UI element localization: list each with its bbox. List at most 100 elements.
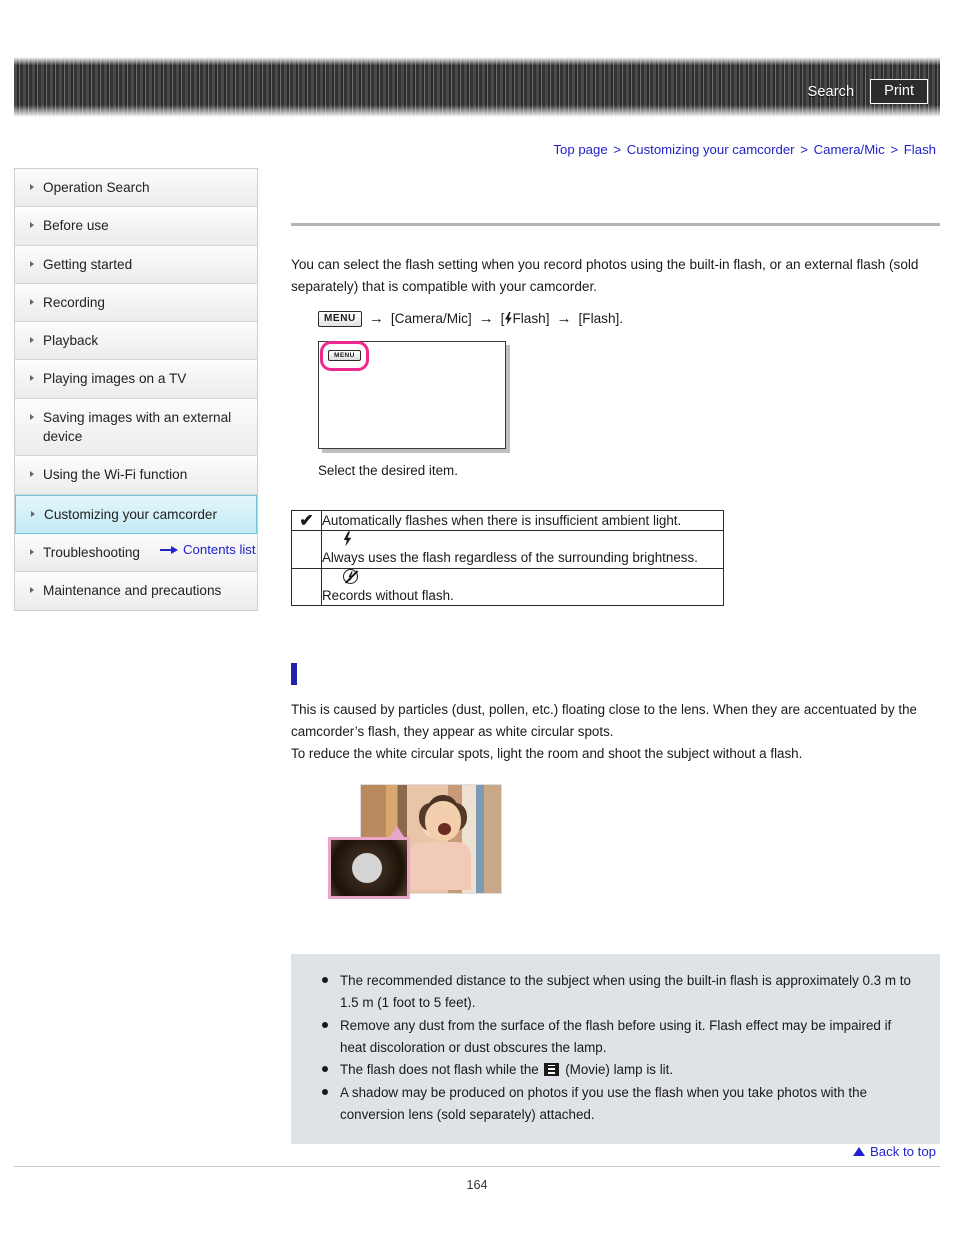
sidebar-item-maintenance[interactable]: Maintenance and precautions [15, 572, 257, 611]
note-text: The recommended distance to the subject … [340, 973, 911, 1011]
chevron-right-icon [30, 260, 34, 267]
table-row: Records without flash. [291, 567, 724, 607]
sidebar-item-customizing-your-camcorder[interactable]: Customizing your camcorder [15, 494, 257, 534]
white-circular-spot-magnified [351, 852, 382, 883]
path-arrow-icon: → [478, 310, 494, 328]
row-check-auto: ✔ [291, 510, 322, 532]
sidebar-item-label: Playback [43, 333, 99, 349]
contents-list-link[interactable]: Contents list [160, 542, 256, 557]
bullet-icon [322, 1088, 328, 1095]
chevron-right-icon [30, 471, 34, 478]
sidebar-item-using-wifi[interactable]: Using the Wi-Fi function [15, 456, 257, 495]
menu-path-step-flash: [ Flash] [501, 311, 550, 326]
triangle-up-icon [853, 1147, 866, 1156]
bullet-icon [322, 1021, 328, 1028]
flash-off-icon [343, 568, 359, 584]
intro-paragraph: You can select the flash setting when yo… [291, 254, 940, 298]
section-marker-bar [291, 663, 297, 686]
row-check-off [291, 567, 322, 607]
sidebar-item-label: Customizing your camcorder [44, 506, 218, 522]
note-text: A shadow may be produced on photos if yo… [340, 1084, 868, 1122]
page-number: 164 [466, 1178, 488, 1192]
bracket-open: [ [500, 311, 505, 327]
chevron-right-icon [30, 587, 34, 594]
search-link[interactable]: Search [808, 84, 855, 100]
breadcrumb: Top page > Customizing your camcorder > … [553, 142, 936, 157]
option-description: Automatically flashes when there is insu… [322, 513, 682, 529]
list-item: A shadow may be produced on photos if yo… [313, 1082, 918, 1125]
footer-divider [14, 1166, 940, 1167]
sidebar-item-playback[interactable]: Playback [15, 322, 257, 361]
flash-on-icon [343, 531, 352, 547]
chevron-right-icon [30, 298, 34, 305]
table-row: Always uses the flash regardless of the … [291, 530, 724, 569]
chevron-right-icon [30, 548, 34, 555]
highlight-ring [320, 341, 369, 372]
magnified-spot-callout [328, 837, 410, 900]
sidebar-item-label: Getting started [43, 256, 133, 272]
chevron-right-icon [30, 184, 34, 190]
section-body-line-1: This is caused by particles (dust, polle… [291, 702, 895, 718]
menu-badge: MENU [318, 310, 362, 327]
path-arrow-icon: → [368, 310, 384, 328]
list-item: The recommended distance to the subject … [313, 970, 918, 1013]
contents-list-label: Contents list [183, 542, 256, 557]
option-description: Always uses the flash regardless of the … [322, 550, 698, 566]
sidebar-item-recording[interactable]: Recording [15, 283, 257, 323]
notes-box: The recommended distance to the subject … [291, 954, 940, 1145]
sidebar-item-before-use[interactable]: Before use [15, 207, 257, 246]
option-description: Records without flash. [322, 587, 454, 603]
section-body: This is caused by particles (dust, polle… [291, 699, 940, 764]
sidebar-item-getting-started[interactable]: Getting started [15, 245, 257, 284]
sidebar-item-label: Operation Search [43, 180, 150, 195]
table-row: ✔ Automatically flashes when there is in… [291, 510, 724, 532]
breadcrumb-item-top-page[interactable]: Top page [553, 142, 607, 157]
sidebar-item-operation-search[interactable]: Operation Search [15, 169, 257, 208]
breadcrumb-item-camera-mic[interactable]: Camera/Mic [814, 142, 885, 157]
list-item: Remove any dust from the surface of the … [313, 1015, 918, 1058]
main-content: You can select the flash setting when yo… [291, 168, 940, 1145]
chevron-right-icon [31, 510, 35, 517]
note-text-prefix: The flash does not flash while the [340, 1062, 539, 1078]
note-text-suffix: (Movie) lamp is lit. [565, 1062, 674, 1078]
child-body-shape [408, 841, 471, 890]
header-banner: Search Print [14, 57, 940, 117]
flash-on-icon-row [322, 531, 723, 548]
content-divider [291, 223, 940, 226]
chevron-right-icon [30, 413, 34, 420]
sidebar-item-label: Before use [43, 218, 109, 234]
screen-illustration: MENU [318, 341, 518, 450]
flash-off-icon-row [322, 568, 723, 586]
photo-illustration [328, 784, 528, 914]
back-to-top-label: Back to top [870, 1144, 936, 1159]
chevron-right-icon [30, 222, 34, 229]
row-check-on [291, 530, 322, 569]
back-to-top-link[interactable]: Back to top [853, 1144, 936, 1159]
breadcrumb-item-customizing[interactable]: Customizing your camcorder [627, 142, 795, 157]
sidebar-item-label: Saving images with an external device [43, 409, 232, 445]
chevron-right-icon [30, 337, 34, 344]
row-desc-off: Records without flash. [321, 567, 724, 607]
header-tools: Search Print [808, 79, 928, 104]
intro-line-1: You can select the flash setting when yo… [291, 257, 886, 272]
print-button[interactable]: Print [870, 79, 928, 104]
sidebar-item-label: Playing images on a TV [43, 371, 187, 387]
section-body-line-3: To reduce the white circular spots, ligh… [291, 745, 803, 761]
menu-path-step-flash-setting: [Flash]. [578, 311, 624, 327]
screen-caption: Select the desired item. [318, 463, 458, 479]
section-heading [291, 663, 940, 686]
breadcrumb-separator: > [613, 142, 622, 157]
chevron-right-icon [30, 375, 34, 382]
row-desc-auto: Automatically flashes when there is insu… [321, 510, 724, 532]
page-root: Search Print Top page > Customizing your… [0, 0, 954, 1235]
flash-label: Flash] [512, 311, 550, 327]
sidebar-item-playing-images-on-a-tv[interactable]: Playing images on a TV [15, 360, 257, 399]
menu-path-step-camera-mic: [Camera/Mic] [390, 311, 472, 327]
breadcrumb-item-flash[interactable]: Flash [904, 142, 936, 157]
breadcrumb-separator: > [800, 142, 808, 157]
row-desc-on: Always uses the flash regardless of the … [321, 530, 724, 569]
sidebar-item-saving-images[interactable]: Saving images with an external device [15, 398, 257, 457]
flash-options-table: ✔ Automatically flashes when there is in… [291, 510, 724, 607]
sidebar-item-label: Maintenance and precautions [43, 583, 222, 599]
note-text: Remove any dust from the surface of the … [340, 1017, 892, 1055]
